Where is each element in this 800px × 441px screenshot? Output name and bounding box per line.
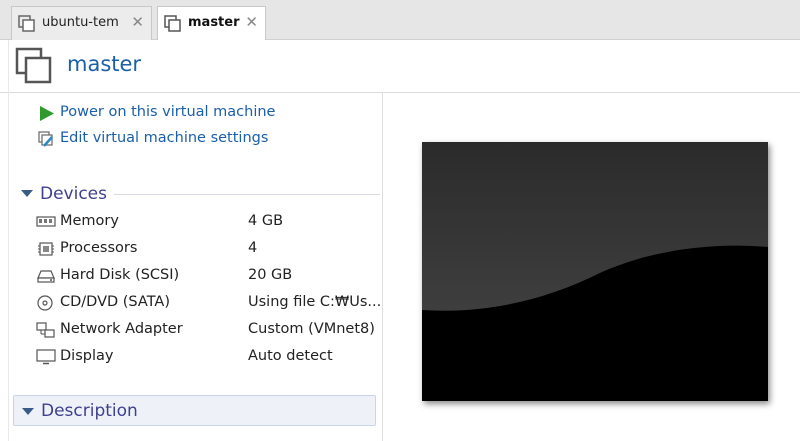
vm-icon	[18, 15, 36, 33]
tab-master[interactable]: master ✕	[157, 6, 266, 41]
device-name: Hard Disk (SCSI)	[60, 267, 180, 283]
device-row-hard-disk[interactable]: Hard Disk (SCSI) 20 GB	[36, 265, 376, 287]
play-icon	[38, 105, 55, 122]
description-heading: Description	[41, 401, 138, 421]
device-name: Processors	[60, 240, 138, 256]
device-name: CD/DVD (SATA)	[60, 294, 171, 310]
divider	[114, 194, 380, 195]
close-icon[interactable]: ✕	[131, 13, 144, 31]
device-value: 4 GB	[248, 213, 284, 229]
display-icon	[36, 349, 56, 365]
description-section-header[interactable]: Description	[13, 395, 376, 426]
device-name: Display	[60, 348, 114, 364]
collapse-triangle-icon[interactable]	[22, 408, 34, 415]
vm-icon	[15, 47, 53, 85]
device-row-processors[interactable]: Processors 4	[36, 238, 376, 260]
processor-icon	[36, 241, 56, 257]
device-row-display[interactable]: Display Auto detect	[36, 346, 376, 368]
edit-settings-link[interactable]: Edit virtual machine settings	[60, 130, 268, 146]
vm-header: master	[0, 40, 800, 93]
device-row-cd-dvd[interactable]: CD/DVD (SATA) Using file C:₩Us...	[36, 292, 381, 314]
vm-preview-pane	[384, 93, 800, 441]
devices-section-header[interactable]: Devices	[20, 183, 380, 207]
close-icon[interactable]: ✕	[245, 13, 258, 31]
device-value: Using file C:₩Us...	[248, 294, 382, 310]
vm-workstation-window: ubuntu-tem ✕ master ✕ master Power on th…	[0, 0, 800, 441]
tab-bar: ubuntu-tem ✕ master ✕	[0, 0, 800, 41]
devices-heading: Devices	[40, 184, 107, 204]
vm-icon	[164, 15, 182, 33]
device-value: 4	[248, 240, 258, 256]
device-row-network-adapter[interactable]: Network Adapter Custom (VMnet8)	[36, 319, 376, 341]
device-value: Custom (VMnet8)	[248, 321, 375, 337]
power-on-link[interactable]: Power on this virtual machine	[60, 104, 275, 120]
device-name: Memory	[60, 213, 119, 229]
tab-ubuntu-tem[interactable]: ubuntu-tem ✕	[11, 6, 152, 40]
memory-icon	[36, 214, 56, 230]
page-title: master	[67, 52, 142, 76]
tab-label: ubuntu-tem	[42, 15, 119, 30]
details-pane: Power on this virtual machine Edit virtu…	[8, 93, 383, 441]
device-value: 20 GB	[248, 267, 293, 283]
cd-dvd-icon	[36, 295, 56, 311]
edit-settings-icon	[38, 131, 55, 148]
tab-label: master	[188, 15, 240, 30]
vm-screen-thumbnail[interactable]	[422, 142, 768, 401]
network-adapter-icon	[36, 322, 56, 338]
collapse-triangle-icon[interactable]	[21, 190, 33, 197]
device-row-memory[interactable]: Memory 4 GB	[36, 211, 376, 233]
device-value: Auto detect	[248, 348, 333, 364]
device-name: Network Adapter	[60, 321, 183, 337]
hard-disk-icon	[36, 268, 56, 284]
